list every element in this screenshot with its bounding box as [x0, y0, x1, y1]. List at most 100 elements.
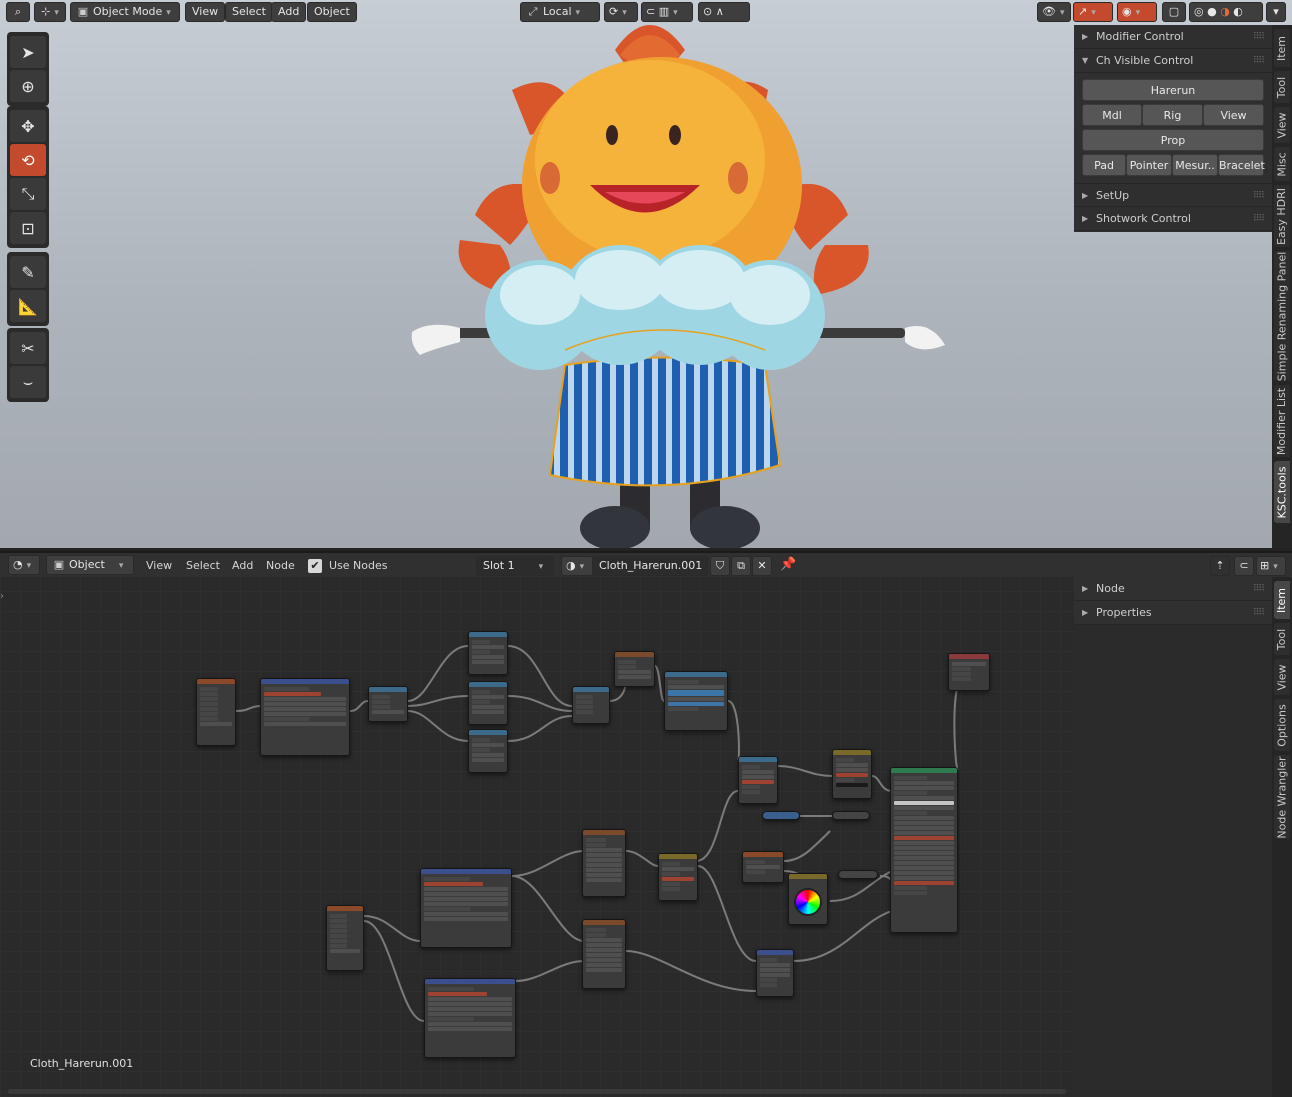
tab-ksc-tools[interactable]: KSC.tools [1274, 461, 1290, 523]
node-mapping-3[interactable] [424, 978, 516, 1058]
panel-modifier-control[interactable]: ▶ Modifier Control ⠿⠿ [1074, 25, 1272, 49]
node-editor-type-icon[interactable]: ◔ ▾ [8, 555, 40, 575]
select-box-icon[interactable]: ➤ [10, 36, 46, 68]
cursor-icon[interactable]: ⊕ [10, 70, 46, 102]
pad-button[interactable]: Pad [1082, 154, 1126, 176]
tab-misc[interactable]: Misc [1274, 147, 1290, 181]
node-combine-xyz[interactable] [572, 686, 610, 724]
editor-type-icon[interactable]: ⌕ [6, 2, 30, 22]
panel-ch-visible-control[interactable]: ▼ Ch Visible Control ⠿⠿ [1074, 49, 1272, 73]
node-checker-texture[interactable] [614, 651, 655, 687]
overlay-icon[interactable]: ◉ ▾ [1117, 2, 1157, 22]
mesur-button[interactable]: Mesur.. [1172, 154, 1218, 176]
view-options-icon[interactable]: ⊹ ▾ [34, 2, 66, 22]
tab-tool[interactable]: Tool [1274, 71, 1290, 103]
pointer-button[interactable]: Pointer [1126, 154, 1172, 176]
3d-viewport[interactable]: ⌕ ⊹ ▾ ▣ Object Mode ▾ View Select Add Objec… [0, 0, 1292, 548]
node-editor[interactable]: Cloth_Harerun.001 › ▶ Node ⠿⠿ ▶ Properties ⠿… [0, 551, 1292, 1097]
tab-simple-renaming-panel[interactable]: Simple Renaming Panel [1274, 251, 1290, 381]
unlink-material-icon[interactable]: ✕ [752, 556, 772, 576]
node-texture-coordinate-1[interactable] [196, 678, 236, 746]
transform-icon[interactable]: ⊡ [10, 212, 46, 244]
node-mix-2[interactable] [658, 853, 698, 901]
node-math-3[interactable] [468, 729, 508, 773]
bracelet-button[interactable]: Bracelet [1218, 154, 1265, 176]
node-tab-view[interactable]: View [1274, 659, 1290, 695]
node-noise-texture-1[interactable] [582, 829, 626, 897]
mdl-button[interactable]: Mdl [1082, 104, 1142, 126]
node-bump[interactable] [756, 949, 794, 997]
node-tab-node-wrangler[interactable]: Node Wrangler [1274, 755, 1290, 839]
visibility-icon[interactable]: 👁 ▾ [1037, 2, 1071, 22]
measure-icon[interactable]: 📐 [10, 290, 46, 322]
node-reroute-2[interactable] [832, 811, 870, 820]
knife-icon[interactable]: ✂ [10, 332, 46, 364]
rig-button[interactable]: Rig [1142, 104, 1203, 126]
menu-view[interactable]: View [185, 2, 226, 22]
harerun-button[interactable]: Harerun [1082, 79, 1264, 101]
node-menu-select[interactable]: Select [186, 553, 220, 579]
menu-select[interactable]: Select [225, 2, 273, 22]
parent-node-tree-icon[interactable]: ⇡ [1210, 556, 1230, 576]
panel-properties[interactable]: ▶ Properties ⠿⠿ [1074, 601, 1272, 625]
material-name-field[interactable]: Cloth_Harerun.001 [592, 556, 708, 576]
panel-node[interactable]: ▶ Node ⠿⠿ [1074, 577, 1272, 601]
annotate-icon[interactable]: ✎ [10, 256, 46, 288]
pivot-icon[interactable]: ⟳ ▾ [604, 2, 638, 22]
tab-view[interactable]: View [1274, 107, 1290, 143]
fake-user-shield-icon[interactable]: ⛉ [710, 556, 730, 576]
gizmo-icon[interactable]: ↗ ▾ [1073, 2, 1113, 22]
tab-easy-hdri[interactable]: Easy HDRI [1274, 185, 1290, 247]
rotate-icon[interactable]: ⟲ [10, 144, 46, 176]
shader-type-dropdown[interactable]: ▣ Object ▾ [46, 555, 134, 575]
node-principled-bsdf[interactable] [890, 767, 958, 933]
pin-icon[interactable]: 📌 [780, 557, 796, 572]
node-subtract[interactable] [738, 756, 778, 804]
node-color-ramp-1[interactable] [664, 671, 728, 731]
scale-icon[interactable]: ⤡ [10, 178, 46, 210]
view-button[interactable]: View [1203, 104, 1264, 126]
xray-icon[interactable]: ▢ [1162, 2, 1186, 22]
proportional-edit-icon[interactable]: ⊙ ∧ [698, 2, 750, 22]
snap-icon[interactable]: ⊂ ▥ ▾ [641, 2, 693, 22]
snap-node-icon[interactable]: ⊂ [1234, 556, 1254, 576]
node-mix-1[interactable] [832, 749, 872, 799]
tab-modifier-list[interactable]: Modifier List [1274, 385, 1290, 457]
panel-shotwork-control[interactable]: ▶ Shotwork Control ⠿⠿ [1074, 207, 1272, 231]
node-fresnel[interactable] [742, 851, 784, 883]
node-tab-item[interactable]: Item [1274, 581, 1290, 619]
curve-icon[interactable]: ⌣ [10, 366, 46, 398]
material-browse-icon[interactable]: ◑ ▾ [561, 556, 593, 576]
node-menu-node[interactable]: Node [266, 553, 295, 579]
node-texture-coordinate-2[interactable] [326, 905, 364, 971]
node-material-output[interactable] [948, 653, 990, 691]
node-separate-xyz[interactable] [368, 686, 408, 722]
node-mapping-1[interactable] [260, 678, 350, 756]
transform-orientation-dropdown[interactable]: ⤢ Local ▾ [520, 2, 600, 22]
horizontal-scrollbar[interactable] [8, 1089, 1066, 1094]
tab-item[interactable]: Item [1274, 29, 1290, 67]
node-math-modulo-2[interactable] [468, 681, 508, 725]
menu-object[interactable]: Object [307, 2, 357, 22]
use-nodes-checkbox[interactable]: ✔ [308, 559, 322, 573]
menu-add[interactable]: Add [271, 2, 307, 22]
prop-button[interactable]: Prop [1082, 129, 1264, 151]
mode-dropdown[interactable]: ▣ Object Mode ▾ [70, 2, 180, 22]
node-reroute-1[interactable] [762, 811, 800, 820]
node-menu-add[interactable]: Add [232, 553, 253, 579]
node-tab-options[interactable]: Options [1274, 699, 1290, 751]
node-tab-tool[interactable]: Tool [1274, 623, 1290, 655]
duplicate-material-icon[interactable]: ⧉ [731, 556, 751, 576]
slot-dropdown[interactable]: Slot 1 ▾ [476, 556, 554, 576]
move-icon[interactable]: ✥ [10, 110, 46, 142]
node-hsv-color[interactable] [788, 873, 828, 925]
node-menu-view[interactable]: View [146, 553, 172, 579]
snap-element-icon[interactable]: ⊞ ▾ [1256, 556, 1286, 576]
node-noise-texture-2[interactable] [582, 919, 626, 989]
panel-setup[interactable]: ▶ SetUp ⠿⠿ [1074, 183, 1272, 207]
node-mapping-2[interactable] [420, 868, 512, 948]
shading-modes[interactable]: ◎ ● ◑ ◐ [1189, 2, 1263, 22]
shading-options-icon[interactable]: ▾ [1266, 2, 1286, 22]
toolbar-expand-icon[interactable]: › [0, 591, 4, 602]
node-reroute-3[interactable] [838, 870, 878, 879]
